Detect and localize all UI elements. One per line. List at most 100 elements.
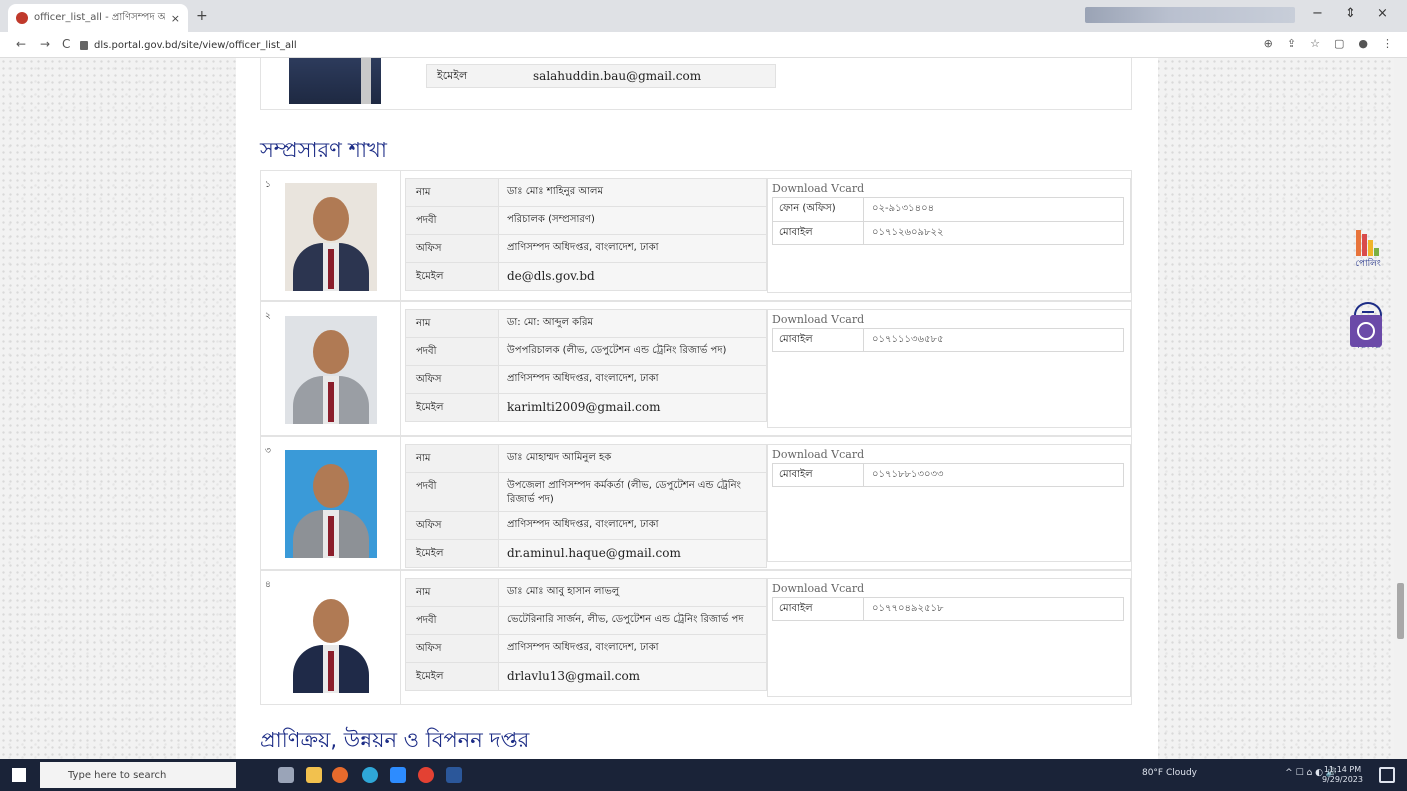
file-explorer-icon[interactable] xyxy=(306,767,322,783)
officer-office: প্রাণিসম্পদ অধিদপ্তর, বাংলাদেশ, ঢাকা xyxy=(498,635,766,662)
name-row: নাম ডা: মো: আব্দুল করিম xyxy=(406,310,766,338)
office-label: অফিস xyxy=(416,374,442,385)
address-bar-actions: ⊕ ⇪ ☆ ▢ ● ⋮ xyxy=(1264,37,1393,50)
officer-designation: উপজেলা প্রাণিসম্পদ কর্মকর্তা (লীভ, ডেপুট… xyxy=(498,473,766,511)
mobile-label: মোবাইল xyxy=(779,226,813,238)
name-label: নাম xyxy=(416,318,431,329)
mobile-value: ০১৭১২৬০৯৮২২ xyxy=(863,222,1123,244)
mobile-label: মোবাইল xyxy=(779,602,813,614)
share-icon[interactable]: ⇪ xyxy=(1287,37,1296,50)
contact-panel: Download Vcard মোবাইল ০১৭৭০৪৯২৫১৮ xyxy=(767,578,1131,697)
reload-button[interactable]: C xyxy=(62,37,70,51)
contact-panel: Download Vcard ফোন (অফিস) ০২-৯১৩১৪০৪ মোবা… xyxy=(767,178,1131,293)
task-view-icon[interactable] xyxy=(278,767,294,783)
bookmark-star-icon[interactable]: ☆ xyxy=(1310,37,1320,50)
taskbar-clock[interactable]: 11:14 PM 9/29/2023 xyxy=(1322,765,1363,785)
officer-email[interactable]: dr.aminul.haque@gmail.com xyxy=(498,540,766,567)
designation-label: পদবী xyxy=(416,481,437,492)
zoom-icon[interactable]: ⊕ xyxy=(1264,37,1273,50)
notification-icon[interactable] xyxy=(1379,767,1395,783)
office-row: অফিস প্রাণিসম্পদ অধিদপ্তর, বাংলাদেশ, ঢাকা xyxy=(406,512,766,540)
mobile-row: মোবাইল ০১৭১২৬০৯৮২২ xyxy=(772,221,1124,245)
officer-card: ৪ নাম ডাঃ মোঃ আবু হাসান লাভলু পদবী ভেটেরিন… xyxy=(260,570,1132,705)
restore-button[interactable]: ⇕ xyxy=(1345,6,1356,21)
weather-status[interactable]: 80°F Cloudy xyxy=(1142,768,1197,778)
photo-cell xyxy=(281,437,401,569)
chrome-icon[interactable] xyxy=(418,767,434,783)
back-button[interactable]: ← xyxy=(16,37,26,51)
officer-photo xyxy=(285,450,377,558)
designation-row: পদবী উপপরিচালক (লীভ, ডেপুটেশন এন্ড ট্রেনি… xyxy=(406,338,766,366)
email-value: salahuddin.bau@gmail.com xyxy=(533,69,702,83)
download-vcard-link[interactable]: Download Vcard xyxy=(772,582,1126,595)
email-label: ইমেইল xyxy=(416,548,444,559)
officer-email[interactable]: de@dls.gov.bd xyxy=(498,263,766,290)
officer-card: ২ নাম ডা: মো: আব্দুল করিম পদবী উপপরিচালক (… xyxy=(260,301,1132,436)
windows-taskbar: Type here to search 80°F Cloudy ^ ☐ ⌂ ◐ … xyxy=(0,759,1407,791)
tab-close-icon[interactable]: × xyxy=(171,12,180,25)
email-row: ইমেইল dr.aminul.haque@gmail.com xyxy=(406,540,766,567)
officer-photo xyxy=(285,584,377,693)
officer-office: প্রাণিসম্পদ অধিদপ্তর, বাংলাদেশ, ঢাকা xyxy=(498,366,766,393)
extension-toolbar xyxy=(1085,7,1295,23)
download-vcard-link[interactable]: Download Vcard xyxy=(772,313,1126,326)
mobile-value: ০১৭১১১৩৬৫৮৫ xyxy=(863,329,1123,351)
download-vcard-link[interactable]: Download Vcard xyxy=(772,448,1126,461)
zoom-app-icon[interactable] xyxy=(390,767,406,783)
office-phone-value: ০২-৯১৩১৪০৪ xyxy=(863,198,1123,221)
windows-start-icon[interactable] xyxy=(12,768,26,782)
scrollbar-thumb[interactable] xyxy=(1397,583,1404,639)
close-window-button[interactable]: × xyxy=(1377,6,1388,21)
contact-panel: Download Vcard মোবাইল ০১৭১৮৮১৩০৩৩ xyxy=(767,444,1131,562)
menu-icon[interactable]: ⋮ xyxy=(1382,37,1393,50)
mobile-value: ০১৭১৮৮১৩০৩৩ xyxy=(863,464,1123,486)
officer-designation: পরিচালক (সম্প্রসারণ) xyxy=(498,207,766,234)
profile-icon[interactable]: ● xyxy=(1358,37,1368,50)
officer-office: প্রাণিসম্পদ অধিদপ্তর, বাংলাদেশ, ঢাকা xyxy=(498,512,766,539)
poll-label: পোলিং xyxy=(1355,259,1381,269)
mobile-row: মোবাইল ০১৭১১১৩৬৫৮৫ xyxy=(772,328,1124,352)
section-title: সম্প্রসারণ শাখা xyxy=(260,138,387,162)
page-viewport: ইমেইল salahuddin.bau@gmail.com সম্প্রসার… xyxy=(0,58,1407,759)
forward-button[interactable]: → xyxy=(40,37,50,51)
browser-tabbar: officer_list_all - প্রাণিসম্পদ অধি × + −… xyxy=(0,0,1407,32)
serial-number: ২ xyxy=(265,311,271,321)
office-row: অফিস প্রাণিসম্পদ অধিদপ্তর, বাংলাদেশ, ঢাকা xyxy=(406,366,766,394)
firefox-icon[interactable] xyxy=(332,767,348,783)
designation-row: পদবী পরিচালক (সম্প্রসারণ) xyxy=(406,207,766,235)
mobile-value: ০১৭৭০৪৯২৫১৮ xyxy=(863,598,1123,620)
taskbar-search[interactable]: Type here to search xyxy=(40,762,236,788)
page-scrollbar[interactable] xyxy=(1394,58,1407,759)
site-favicon-icon xyxy=(16,12,28,24)
word-icon[interactable] xyxy=(446,767,462,783)
office-phone-label: ফোন (অফিস) xyxy=(779,203,836,214)
designation-row: পদবী ভেটেরিনারি সার্জন, লীভ, ডেপুটেশন এন্… xyxy=(406,607,766,635)
serial-number: ১ xyxy=(265,180,271,190)
office-row: অফিস প্রাণিসম্পদ অধিদপ্তর, বাংলাদেশ, ঢাকা xyxy=(406,635,766,663)
officer-email[interactable]: drlavlu13@gmail.com xyxy=(498,663,766,690)
mobile-label: মোবাইল xyxy=(779,333,813,345)
minimize-button[interactable]: − xyxy=(1312,6,1323,21)
email-label: ইমেইল xyxy=(416,671,444,682)
officer-name: ডাঃ মোঃ শাহিনুর আলম xyxy=(498,179,766,206)
url-field[interactable]: dls.portal.gov.bd/site/view/officer_list… xyxy=(80,36,1230,54)
email-label: ইমেইল xyxy=(416,271,444,282)
office-label: অফিস xyxy=(416,643,442,654)
content-column: ইমেইল salahuddin.bau@gmail.com সম্প্রসার… xyxy=(236,58,1158,759)
accessibility-button[interactable] xyxy=(1350,315,1382,347)
officer-photo xyxy=(285,315,377,424)
photo-cell xyxy=(281,302,401,435)
clock-time: 11:14 PM xyxy=(1323,765,1362,774)
poll-widget[interactable]: পোলিং xyxy=(1344,230,1392,271)
mobile-row: মোবাইল ০১৭১৮৮১৩০৩৩ xyxy=(772,463,1124,487)
clock-date: 9/29/2023 xyxy=(1321,775,1363,784)
browser-tab[interactable]: officer_list_all - প্রাণিসম্পদ অধি × xyxy=(8,4,188,32)
download-vcard-link[interactable]: Download Vcard xyxy=(772,182,1126,195)
new-tab-button[interactable]: + xyxy=(196,8,208,24)
officer-details-table: নাম ডা: মো: আব্দুল করিম পদবী উপপরিচালক (লী… xyxy=(405,309,767,422)
name-row: নাম ডাঃ মোহাম্মদ আমিনুল হক xyxy=(406,445,766,473)
officer-email[interactable]: karimlti2009@gmail.com xyxy=(498,394,766,421)
sidepanel-icon[interactable]: ▢ xyxy=(1334,37,1344,50)
officer-card: ৩ নাম ডাঃ মোহাম্মদ আমিনুল হক পদবী উপজেলা প… xyxy=(260,436,1132,570)
edge-icon[interactable] xyxy=(362,767,378,783)
